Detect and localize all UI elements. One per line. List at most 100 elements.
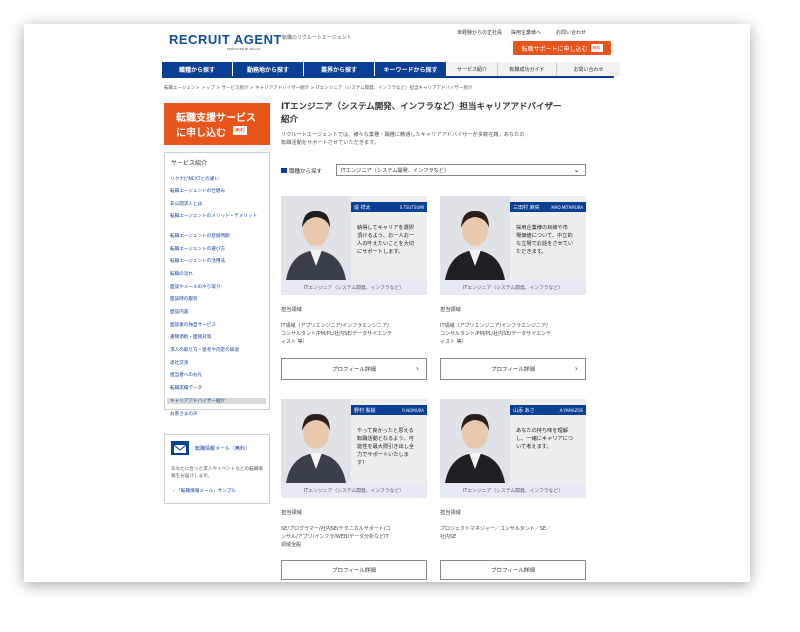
advisor-name: 堤 祥太 xyxy=(354,204,371,211)
sidebar-item[interactable]: 非公開求人とは xyxy=(170,201,202,207)
advisor-domain-line: 領域全般 xyxy=(281,542,302,548)
profile-detail-button[interactable]: プロフィール詳細 › xyxy=(440,358,586,380)
sidebar-item[interactable]: キャリアアドバイザー紹介 xyxy=(167,398,266,404)
advisor-name-bar: 三田村 麻央 MAO.MITAMURA xyxy=(510,202,586,212)
advisor-quote-line: 能性を最大限引き出し全 xyxy=(357,444,415,450)
advisor-quote-line: にサポートします。 xyxy=(357,249,404,255)
advisor-quote-line: 人の叶えたいことを大切 xyxy=(357,241,415,247)
sidebar-item[interactable]: 担当者へのお礼 xyxy=(170,372,202,378)
page-title-line1: ITエンジニア（システム開発、インフラなど）担当キャリアアドバイザー xyxy=(281,102,562,112)
free-badge: 無料 xyxy=(590,44,603,52)
sidebar-item[interactable]: 面談やメールのやり取り xyxy=(170,284,221,290)
sidebar-item[interactable]: お客さまの声 xyxy=(170,411,198,417)
advisor-quote-line: やって良かったと思える xyxy=(357,428,414,434)
nav-sub-item[interactable]: サービス紹介 xyxy=(447,62,498,76)
advisor-quote-line: ただきます。 xyxy=(516,249,547,255)
profile-detail-label: プロフィール詳細 xyxy=(332,367,376,373)
advisor-romaji: R.NOMURA xyxy=(402,407,424,413)
profile-detail-label: プロフィール詳細 xyxy=(491,367,535,373)
advisor-domain-line: コンサルタント/PM/PL/社内SE/データサイエンテ xyxy=(281,331,393,337)
web-page: RECRUIT AGENT PRODUCED BY Recruit 転職のリクル… xyxy=(24,24,750,582)
advisor-photo xyxy=(281,196,351,280)
advisor-romaji: A.YAMAZOE xyxy=(559,407,583,413)
advisor-name-bar: 堤 祥太 S.TSUTSUMI xyxy=(351,202,427,212)
sidebar-apply-button[interactable]: 転職支援サービス に申し込む 無料 xyxy=(164,103,270,145)
nav-item[interactable]: キーワードから探す xyxy=(375,62,447,76)
sidebar-item[interactable]: リクナビNEXTとの違い xyxy=(170,176,219,182)
sidebar-item[interactable]: 求人の取り方・退考や内定の辞退 xyxy=(170,347,239,353)
apply-button[interactable]: 転職サポートに申し込む 無料 xyxy=(513,41,611,55)
profile-detail-button[interactable]: プロフィール詳細 › xyxy=(281,358,427,380)
profile-detail-label: プロフィール詳細 xyxy=(332,568,376,574)
advisor-quote-line: いて考えます。 xyxy=(516,444,552,450)
advisor-quote-line: 力でサポートいたしま xyxy=(357,452,409,458)
sidebar-item[interactable]: 転職エージェントの仕組み xyxy=(170,188,225,194)
sidebar-item[interactable]: 書類添削・面接対策 xyxy=(170,334,211,340)
mail-title[interactable]: 転職情報メール（無料） xyxy=(195,445,250,452)
nav-item[interactable]: 業界から探す xyxy=(304,62,375,76)
header-link[interactable]: お問い合わせ xyxy=(556,29,586,36)
lead-line2: 転職活動をサポートさせていただきます。 xyxy=(281,140,380,146)
profile-detail-button[interactable]: プロフィール詳細 xyxy=(281,560,427,580)
sidebar-item[interactable]: 面談内容 xyxy=(170,309,188,315)
advisor-domain-line: IT領域（アプリエンジニア/インフラエンジニア/ xyxy=(440,323,548,329)
advisor-category: ITエンジニア（システム開発、インフラなど） xyxy=(281,280,427,295)
header-link[interactable]: 採用企業様へ xyxy=(511,29,541,36)
mail-icon xyxy=(171,441,189,455)
advisor-name-bar: 野村 梨絵 R.NOMURA xyxy=(351,405,427,415)
sidebar-item[interactable]: 面談後の独自サービス xyxy=(170,322,216,328)
chevron-right-icon: › xyxy=(415,364,419,373)
advisor-photo xyxy=(440,399,510,483)
nav-item[interactable]: 勤務地から探す xyxy=(233,62,304,76)
advisor-romaji: S.TSUTSUMI xyxy=(399,204,424,210)
profile-detail-label: プロフィール詳細 xyxy=(491,568,535,574)
profile-detail-button[interactable]: プロフィール詳細 xyxy=(440,560,586,580)
sidebar-item[interactable]: 転職エージェントのメリット・デメリット xyxy=(170,213,266,220)
sidebar-item[interactable]: 転職エージェントの登録時期 xyxy=(170,233,230,239)
chevron-down-icon: ⌄ xyxy=(573,165,580,174)
logo[interactable]: RECRUIT AGENT xyxy=(169,32,282,47)
sidebar-apply-line2: に申し込む xyxy=(176,128,226,139)
page-title: ITエンジニア（システム開発、インフラなど）担当キャリアアドバイザー 紹介 xyxy=(281,101,601,127)
screenshot: RECRUIT AGENT PRODUCED BY Recruit 転職のリクル… xyxy=(0,0,800,632)
sidebar-item[interactable]: 面談時の服装 xyxy=(170,296,198,302)
advisor-quote-line: 転職活動となるよう、可 xyxy=(357,436,414,442)
advisor-name: 三田村 麻央 xyxy=(513,204,540,211)
mail-sample-label: 「転職情報メール」サンプル xyxy=(176,489,236,494)
advisor-romaji: MAO.MITAMURA xyxy=(551,204,583,210)
advisor-domain-line: ィスト 等） xyxy=(440,339,467,345)
advisor-quote-line: 採用企業様の目線や市 xyxy=(516,225,568,231)
advisor-name-bar: 山添 あさ A.YAMAZOE xyxy=(510,405,586,415)
domain-label: 担当領域 xyxy=(440,307,461,313)
advisor-quote-line: 場価値について、中立的 xyxy=(516,233,573,239)
sidebar-item[interactable]: 転職の流れ xyxy=(170,271,193,277)
sidebar-item[interactable]: 転職エージェントの選び方 xyxy=(170,246,225,252)
page-title-line2: 紹介 xyxy=(281,115,299,125)
advisor-domain-line: コンサルタント/PM/PL/社内SE/データサイエンテ xyxy=(440,331,552,337)
nav-sub-item[interactable]: 転職成功ガイド xyxy=(498,62,557,76)
domain-label: 担当領域 xyxy=(440,510,461,516)
lead-line1: リクルートエージェントでは、様々な業種・職種に精通したキャリアアドバイザーが多数… xyxy=(281,132,525,138)
nav-sub-item[interactable]: お問い合わせ xyxy=(557,62,620,76)
mail-sample-link[interactable]: › 「転職情報メール」サンプル xyxy=(173,488,236,494)
advisor-quote-line: な立場でお話をさせてい xyxy=(516,241,574,247)
advisor-quote-line: 頂けるよう、お一人お一 xyxy=(357,233,415,239)
advisor-quote-line: す！ xyxy=(357,460,368,466)
advisor-name: 山添 あさ xyxy=(513,407,535,414)
briefcase-icon xyxy=(281,168,287,173)
filter-label: 職種から探す xyxy=(281,167,322,175)
sidebar-item[interactable]: 転職実績データ xyxy=(170,385,202,391)
header-link[interactable]: 未経験からの正社員 xyxy=(457,29,502,36)
breadcrumb[interactable]: 転職エージェント トップ > サービス紹介 > キャリアアドバイザー紹介 > I… xyxy=(164,85,473,91)
mail-desc: あなたに合った求人やイベントなどの転職情報をお届けします。 xyxy=(171,467,263,479)
sidebar-item[interactable]: 退社交渉 xyxy=(170,360,188,366)
tagline: 転職のリクルートエージェント xyxy=(282,35,352,41)
job-type-select[interactable]: ITエンジニア（システム開発、インフラなど） ⌄ xyxy=(336,164,586,176)
chevron-right-icon: › xyxy=(173,489,175,494)
logo-sub: PRODUCED BY Recruit xyxy=(227,47,261,51)
filter-label-text: 職種から探す xyxy=(289,169,323,175)
nav-item[interactable]: 職種から探す xyxy=(162,62,233,76)
sidebar-item[interactable]: 転職エージェントの活用法 xyxy=(170,258,225,264)
apply-button-label: 転職サポートに申し込む xyxy=(521,45,588,53)
advisor-domain-line: プロジェクトマネジャー／コンサルタント／SE／ xyxy=(440,526,552,532)
